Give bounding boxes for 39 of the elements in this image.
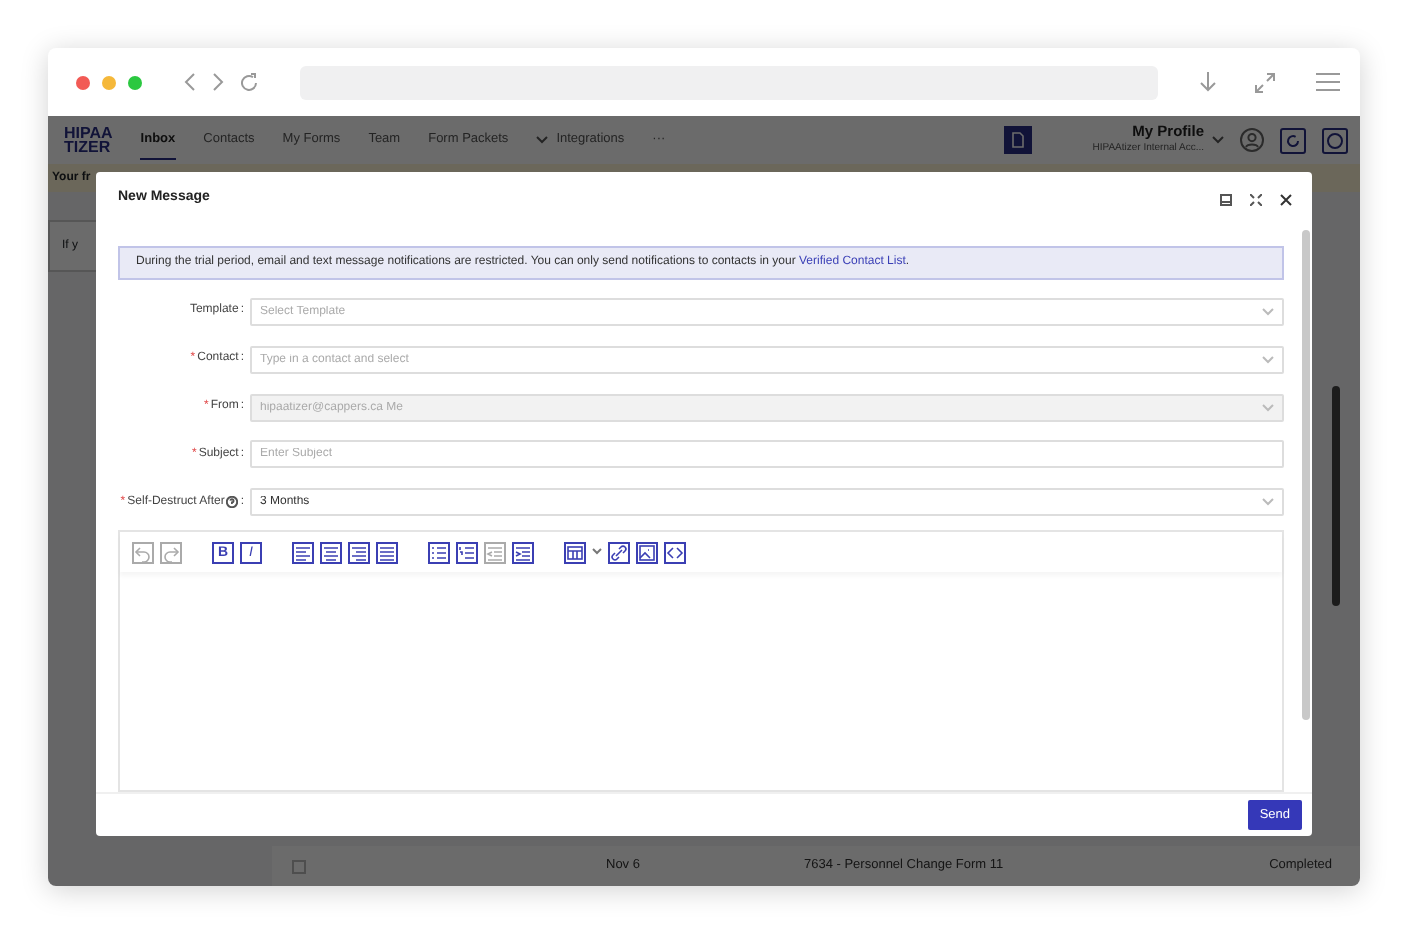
- close-icon[interactable]: [1280, 193, 1292, 205]
- chevron-icon: [1262, 355, 1274, 364]
- caret-icon[interactable]: [592, 548, 602, 557]
- download-icon[interactable]: [1198, 70, 1218, 94]
- align-center-button[interactable]: [320, 541, 342, 564]
- align-right-button[interactable]: [348, 541, 370, 564]
- minimize-icon[interactable]: [1220, 193, 1232, 205]
- row-checkbox[interactable]: [292, 859, 306, 873]
- expand-icon[interactable]: [1250, 193, 1262, 205]
- document-button[interactable]: [1004, 126, 1033, 154]
- indent-button[interactable]: [512, 541, 534, 564]
- chevron-icon: [1262, 307, 1274, 316]
- document-icon: [1012, 132, 1025, 148]
- scrollbar-thumb[interactable]: [1302, 230, 1310, 720]
- code-view-button[interactable]: [664, 541, 686, 564]
- caret-icon[interactable]: [1212, 136, 1224, 144]
- menu-icon[interactable]: [1316, 72, 1340, 92]
- table-button[interactable]: [564, 541, 586, 564]
- logo: HIPAA TIZER: [64, 126, 113, 154]
- numbered-list-button[interactable]: [456, 541, 478, 564]
- window-dot[interactable]: [102, 75, 116, 89]
- avatar-icon[interactable]: [1240, 128, 1264, 152]
- forward-icon[interactable]: [210, 72, 226, 92]
- align-left-button[interactable]: [292, 541, 314, 564]
- back-icon[interactable]: [182, 72, 198, 92]
- link-button[interactable]: [608, 541, 630, 564]
- window-dot[interactable]: [128, 75, 142, 89]
- caret-icon[interactable]: [536, 136, 549, 144]
- scrollbar-thumb[interactable]: [1332, 386, 1340, 606]
- help-icon[interactable]: [1322, 127, 1348, 153]
- refresh-icon[interactable]: [1280, 127, 1306, 153]
- bullet-list-button[interactable]: [428, 541, 450, 564]
- window-dot[interactable]: [76, 75, 90, 89]
- chevron-icon: [1262, 498, 1274, 507]
- justify-button[interactable]: [376, 541, 398, 564]
- help-icon[interactable]: [226, 496, 239, 509]
- chevron-icon: [1262, 403, 1274, 412]
- reload-icon[interactable]: [238, 71, 260, 93]
- image-button[interactable]: [636, 541, 658, 564]
